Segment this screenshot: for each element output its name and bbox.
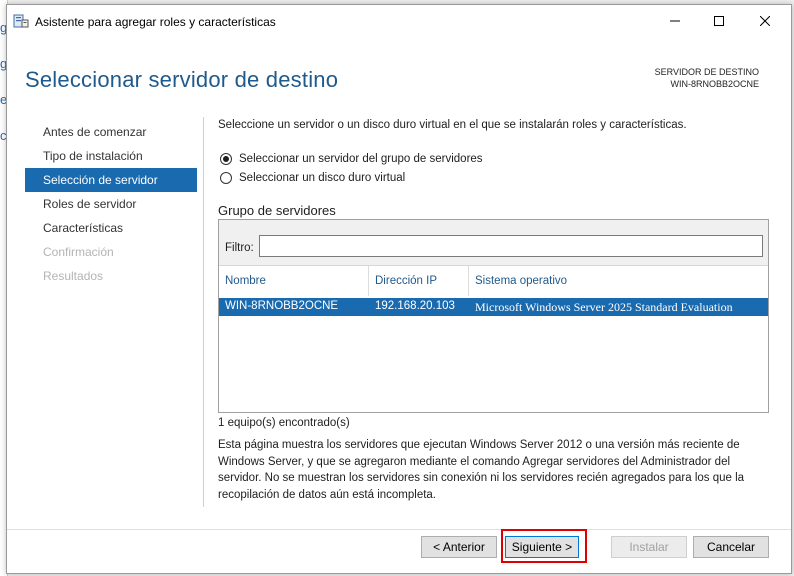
table-row[interactable]: WIN-8RNOBB2OCNE 192.168.20.103 Microsoft… [219,298,768,316]
description-text: Esta página muestra los servidores que e… [218,439,745,501]
nav-step-confirmacion: Confirmación [43,245,114,259]
cell-operating-system: Microsoft Windows Server 2025 Standard E… [475,300,733,314]
server-pool-box: Filtro: Nombre Dirección IP Sistema oper… [218,219,769,413]
server-manager-icon [13,14,29,28]
nav-step-antes-de-comenzar[interactable]: Antes de comenzar [25,120,197,144]
nav-step-seleccion-de-servidor[interactable]: Selección de servidor [25,168,197,192]
nav-step-roles-de-servidor[interactable]: Roles de servidor [25,192,197,216]
filter-label: Filtro: [225,242,254,254]
window-title: Asistente para agregar roles y caracterí… [35,15,276,29]
close-button[interactable] [743,5,787,37]
destination-label: SERVIDOR DE DESTINO [654,67,759,77]
nav-step-caracteristicas[interactable]: Características [25,216,197,240]
next-button-highlight [501,529,587,563]
column-header-sistema-operativo[interactable]: Sistema operativo [469,266,768,296]
server-pool-title: Grupo de servidores [218,203,336,218]
column-header-direccion-ip[interactable]: Dirección IP [369,266,469,296]
radio-unselected-icon[interactable] [220,172,232,184]
title-bar[interactable]: Asistente para agregar roles y caracterí… [7,5,791,37]
destination-server-name: WIN-8RNOBB2OCNE [670,79,759,89]
previous-button[interactable]: < Anterior [421,536,497,558]
maximize-icon [714,16,724,26]
intro-text: Seleccione un servidor o un disco duro v… [218,119,687,131]
radio-selected-icon[interactable] [220,153,232,165]
filter-bar: Filtro: [219,220,768,266]
column-header-nombre[interactable]: Nombre [219,266,369,296]
wizard-window: Asistente para agregar roles y caracterí… [6,4,792,574]
maximize-button[interactable] [697,5,741,37]
wizard-steps-nav: Antes de comenzar Tipo de instalación Se… [25,120,197,288]
close-icon [760,16,770,26]
nav-divider [203,117,204,507]
nav-step-resultados: Resultados [43,269,104,283]
footer-divider [7,529,791,530]
minimize-icon [670,20,680,22]
filter-input[interactable] [259,235,763,257]
install-button: Instalar [611,536,687,558]
nav-step-tipo-de-instalacion[interactable]: Tipo de instalación [25,144,197,168]
radio-virtual-disk-label: Seleccionar un disco duro virtual [239,172,406,184]
cell-server-name: WIN-8RNOBB2OCNE [225,300,339,312]
minimize-button[interactable] [653,5,697,37]
radio-server-pool[interactable]: Seleccionar un servidor del grupo de ser… [220,153,483,165]
radio-server-pool-label: Seleccionar un servidor del grupo de ser… [239,153,483,165]
destination-server-info: SERVIDOR DE DESTINO WIN-8RNOBB2OCNE [655,66,759,90]
result-count: 1 equipo(s) encontrado(s) [218,417,350,429]
page-title: Seleccionar servidor de destino [25,67,339,92]
radio-virtual-disk[interactable]: Seleccionar un disco duro virtual [220,172,405,184]
cancel-button[interactable]: Cancelar [693,536,769,558]
cell-ip-address: 192.168.20.103 [375,300,455,312]
